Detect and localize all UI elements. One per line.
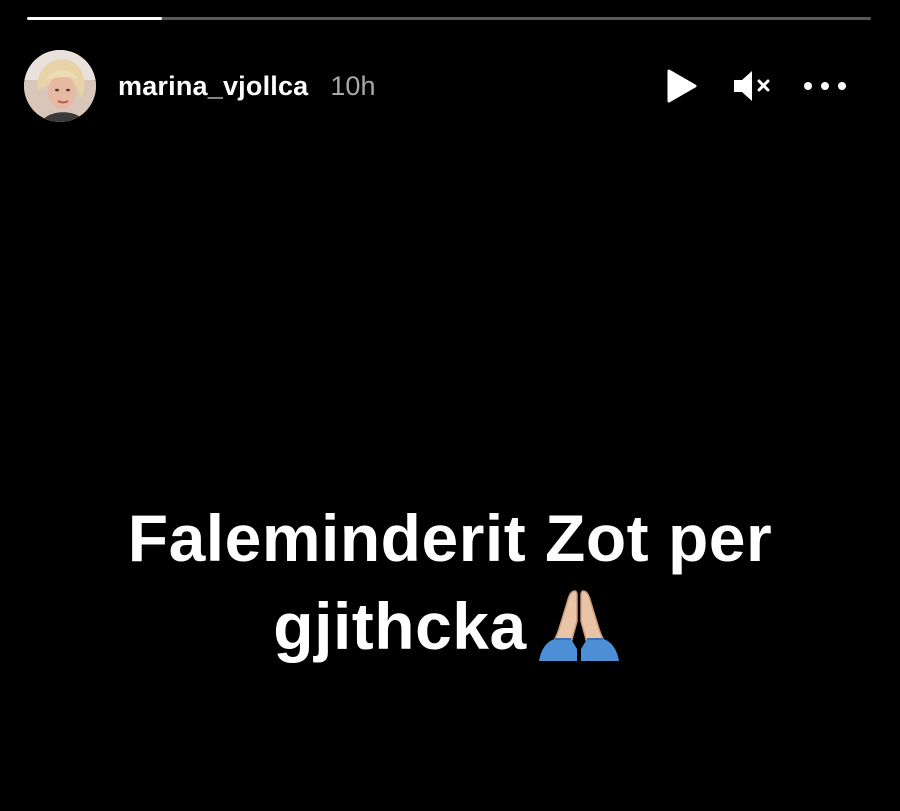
caption-line-2-text: gjithcka	[273, 589, 527, 663]
story-progress-bar	[27, 17, 871, 20]
story-timestamp: 10h	[330, 70, 376, 101]
story-header: marina_vjollca 10h	[24, 50, 864, 122]
more-options-icon	[804, 82, 846, 90]
caption-line-1: Faleminderit Zot per	[127, 501, 773, 575]
story-progress-fill	[27, 17, 163, 20]
mute-button[interactable]	[730, 66, 774, 106]
avatar-image	[24, 50, 96, 122]
avatar[interactable]	[24, 50, 96, 122]
play-button[interactable]	[662, 66, 702, 106]
speaker-muted-icon	[734, 71, 770, 101]
story-username[interactable]: marina_vjollca	[118, 71, 308, 102]
more-options-button[interactable]	[800, 66, 850, 106]
story-controls	[662, 66, 850, 106]
story-caption: Faleminderit Zot per gjithcka	[0, 494, 900, 670]
praying-hands-icon	[538, 590, 619, 661]
caption-line-2: gjithcka	[0, 582, 900, 670]
story-viewer: marina_vjollca 10h Faleminderit Zot per …	[0, 0, 900, 811]
play-icon	[667, 69, 697, 103]
